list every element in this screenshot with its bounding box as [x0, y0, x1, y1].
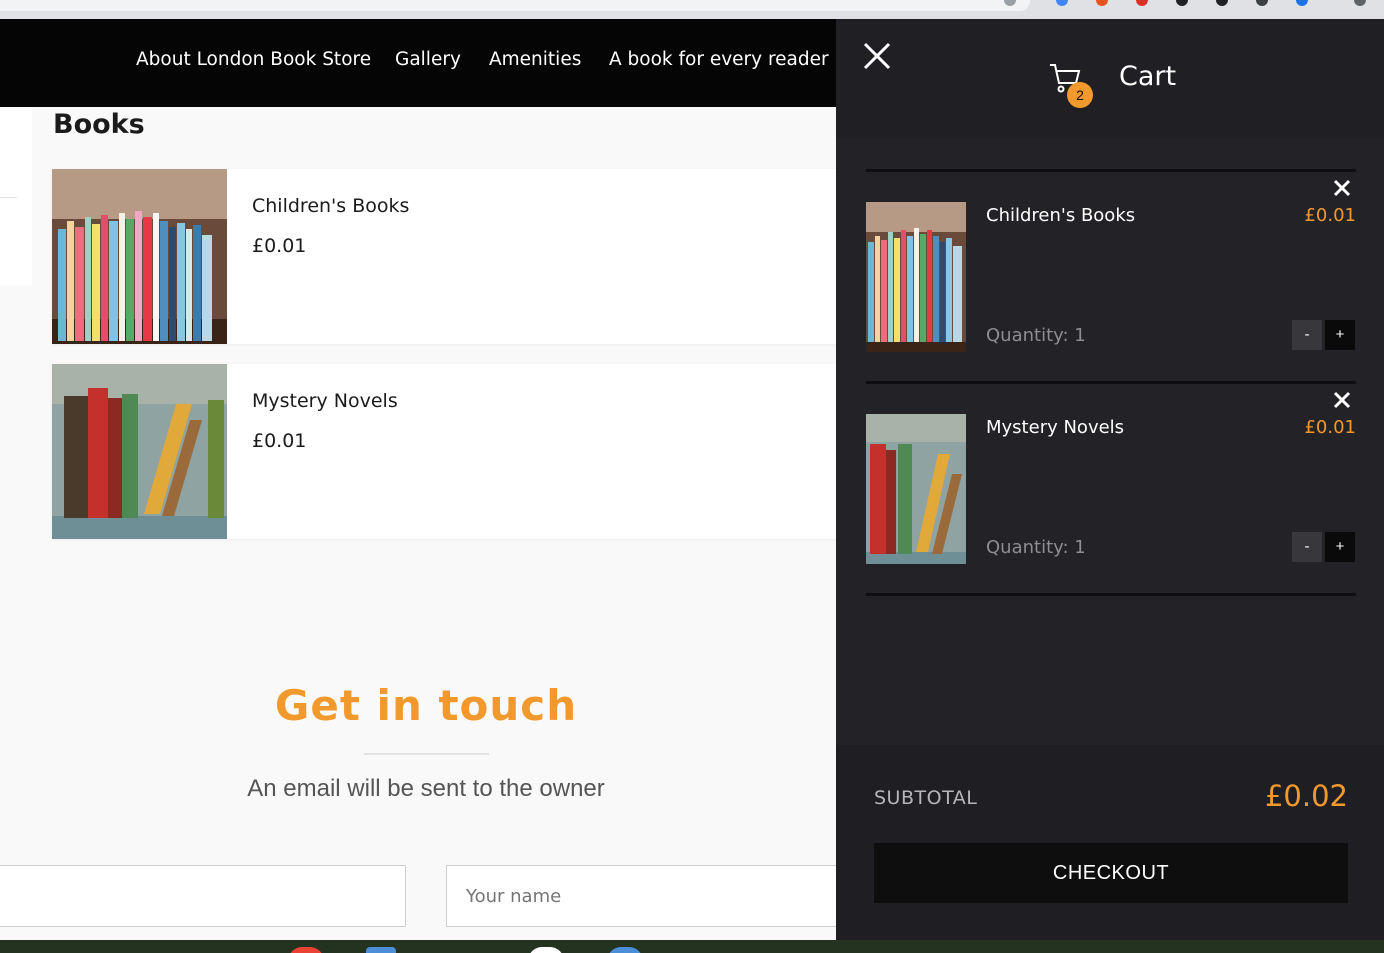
extension-icon[interactable] — [1296, 0, 1308, 6]
divider — [866, 381, 1356, 384]
cart-drawer: 2 Cart Children's Books £0.01 Quantity: … — [836, 19, 1384, 940]
extension-icon[interactable] — [1136, 0, 1148, 6]
nav-book-for-every-reader[interactable]: A book for every reader — [609, 49, 829, 70]
extension-icon[interactable] — [1256, 0, 1268, 6]
browser-toolbar — [0, 0, 1384, 19]
increase-quantity-button[interactable]: + — [1325, 320, 1355, 350]
taskbar — [0, 940, 1384, 953]
cart-item-name: Children's Books — [986, 205, 1136, 226]
divider — [866, 169, 1356, 172]
subtotal-label: SUBTOTAL — [874, 787, 978, 809]
address-bar[interactable] — [0, 0, 1030, 11]
cart-item-thumbnail — [866, 202, 966, 352]
divider — [0, 197, 17, 198]
extension-icon[interactable] — [1096, 0, 1108, 6]
divider — [866, 593, 1356, 596]
increase-quantity-button[interactable]: + — [1325, 532, 1355, 562]
cart-footer: SUBTOTAL £0.02 CHECKOUT — [836, 745, 1384, 940]
product-card[interactable]: Children's Books £0.01 — [52, 169, 836, 344]
old-books-image — [52, 364, 227, 539]
contact-field[interactable] — [0, 865, 406, 927]
nav-amenities[interactable]: Amenities — [489, 49, 581, 70]
remove-item-icon[interactable] — [1330, 176, 1354, 200]
cart-item-price: £0.01 — [1304, 205, 1356, 226]
section-title: Books — [53, 109, 145, 140]
nav-about[interactable]: About London Book Store — [136, 49, 371, 70]
subtotal-value: £0.02 — [1264, 779, 1348, 813]
product-card[interactable]: Mystery Novels £0.01 — [52, 364, 836, 539]
main-content: Books Children's Books £0.01 Mystery Nov… — [0, 107, 836, 940]
close-icon[interactable] — [862, 41, 892, 71]
extension-icon[interactable] — [1216, 0, 1228, 6]
remove-item-icon[interactable] — [1330, 388, 1354, 412]
product-price: £0.01 — [252, 235, 307, 257]
name-input[interactable] — [446, 865, 836, 927]
cart-count-badge: 2 — [1067, 82, 1093, 108]
product-image[interactable] — [52, 364, 227, 539]
colorful-books-image — [866, 202, 966, 352]
cart-item-price: £0.01 — [1304, 417, 1356, 438]
cart-item-name: Mystery Novels — [986, 417, 1125, 438]
product-name[interactable]: Children's Books — [252, 195, 409, 217]
side-panel — [0, 107, 32, 285]
extension-icon[interactable] — [1354, 0, 1366, 6]
extension-icon[interactable] — [1176, 0, 1188, 6]
decrease-quantity-button[interactable]: - — [1292, 320, 1322, 350]
contact-title: Get in touch — [274, 681, 578, 730]
product-image[interactable] — [52, 169, 227, 344]
cart-item-quantity: Quantity: 1 — [986, 325, 1086, 346]
decrease-quantity-button[interactable]: - — [1292, 532, 1322, 562]
extension-icon[interactable] — [1056, 0, 1068, 6]
colorful-books-image — [52, 169, 227, 344]
product-price: £0.01 — [252, 430, 307, 452]
cart-item-quantity: Quantity: 1 — [986, 537, 1086, 558]
cart-header: 2 Cart — [836, 19, 1384, 138]
checkout-button[interactable]: CHECKOUT — [874, 843, 1348, 903]
contact-divider — [364, 753, 489, 755]
old-books-image — [866, 414, 966, 564]
site-header: About London Book Store Gallery Amenitie… — [0, 19, 836, 107]
cart-item-thumbnail — [866, 414, 966, 564]
nav-gallery[interactable]: Gallery — [395, 49, 461, 70]
product-name[interactable]: Mystery Novels — [252, 390, 398, 412]
taskbar-app-icon[interactable] — [366, 947, 396, 953]
contact-subtitle: An email will be sent to the owner — [247, 775, 605, 802]
cart-title: Cart — [1119, 61, 1177, 92]
